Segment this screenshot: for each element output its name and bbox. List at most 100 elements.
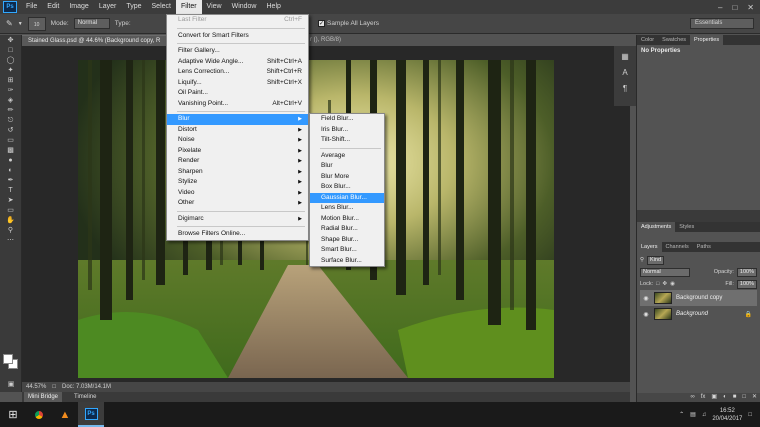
trash-icon[interactable]: ✕ [752, 393, 757, 402]
menu-item-box-blur[interactable]: Box Blur... [310, 182, 384, 193]
menu-filter[interactable]: Filter [175, 0, 202, 14]
tab-properties[interactable]: Properties [690, 35, 724, 45]
eyedropper-tool-icon[interactable]: ✎ [6, 19, 13, 28]
menu-item-blur-simple[interactable]: Blur [310, 161, 384, 172]
move-tool-icon[interactable]: ✥ [4, 36, 18, 45]
menu-item-lens-correction[interactable]: Lens Correction... Shift+Ctrl+R [167, 67, 308, 78]
windows-start-icon[interactable]: ⊞ [0, 402, 26, 427]
menu-item-render[interactable]: Render ▶ [167, 156, 308, 167]
menu-item-stylize[interactable]: Stylize ▶ [167, 177, 308, 188]
menu-item-vanishing-point[interactable]: Vanishing Point... Alt+Ctrl+V [167, 99, 308, 110]
menu-item-blur[interactable]: Blur ▶ [167, 114, 308, 125]
clock[interactable]: 16:52 20/04/2017 [712, 407, 742, 423]
tab-adjustments[interactable]: Adjustments [637, 222, 676, 232]
menu-item-distort[interactable]: Distort ▶ [167, 125, 308, 136]
layer-row-background[interactable]: ◉ Background 🔒 [640, 306, 757, 322]
tab-color[interactable]: Color [637, 35, 658, 45]
layer-row-background-copy[interactable]: ◉ Background copy [640, 290, 757, 306]
zoom-level[interactable]: 44.57% [26, 382, 46, 392]
menu-item-video[interactable]: Video ▶ [167, 188, 308, 199]
add-mask-icon[interactable]: ▣ [711, 393, 717, 402]
new-layer-icon[interactable]: □ [742, 393, 746, 402]
network-icon[interactable]: ▤ [690, 411, 696, 418]
menu-item-surface-blur[interactable]: Surface Blur... [310, 256, 384, 267]
tab-styles[interactable]: Styles [675, 222, 698, 232]
healing-brush-tool-icon[interactable]: ◈ [4, 96, 18, 105]
lock-all-icon[interactable]: ◉ [670, 281, 675, 287]
menu-item-field-blur[interactable]: Field Blur... [310, 114, 384, 125]
menu-image[interactable]: Image [64, 0, 93, 14]
link-layers-icon[interactable]: ∞ [690, 393, 694, 402]
zoom-tool-icon[interactable]: ⚲ [4, 226, 18, 235]
quick-select-tool-icon[interactable]: ✦ [4, 66, 18, 75]
history-panel-icon[interactable]: ▦ [619, 52, 631, 62]
lock-pixels-icon[interactable]: □ [656, 281, 659, 287]
minimize-icon[interactable]: – [718, 3, 722, 12]
menu-item-shape-blur[interactable]: Shape Blur... [310, 235, 384, 246]
lasso-tool-icon[interactable]: ◯ [4, 56, 18, 65]
clone-stamp-tool-icon[interactable]: ⎋ [4, 116, 18, 125]
paragraph-panel-icon[interactable]: ¶ [619, 84, 631, 94]
notifications-icon[interactable]: □ [748, 412, 752, 418]
menu-item-filter-gallery[interactable]: Filter Gallery... [167, 46, 308, 57]
chrome-icon[interactable] [26, 402, 52, 427]
brush-size-picker[interactable]: 10 [27, 16, 46, 31]
lock-position-icon[interactable]: ✥ [662, 281, 667, 287]
eyedropper-tool-icon[interactable]: ✑ [4, 86, 18, 95]
more-tools-icon[interactable]: ⋯ [4, 236, 18, 245]
close-icon[interactable]: ✕ [747, 3, 754, 12]
marquee-tool-icon[interactable]: □ [4, 46, 18, 55]
type-tool-icon[interactable]: T [4, 186, 18, 195]
menu-item-noise[interactable]: Noise ▶ [167, 135, 308, 146]
menu-item-iris-blur[interactable]: Iris Blur... [310, 125, 384, 136]
hand-tool-icon[interactable]: ✋ [4, 216, 18, 225]
tab-paths[interactable]: Paths [693, 242, 715, 252]
layer-kind-select[interactable]: Kind [647, 255, 665, 265]
sample-all-layers-checkbox[interactable]: ✓ [318, 20, 325, 27]
status-icon[interactable]: □ [52, 382, 56, 392]
photoshop-taskbar-icon[interactable]: Ps [78, 402, 104, 427]
maximize-icon[interactable]: □ [732, 3, 737, 12]
menu-item-liquify[interactable]: Liquify... Shift+Ctrl+X [167, 78, 308, 89]
menu-type[interactable]: Type [121, 0, 146, 14]
blend-mode-select[interactable]: Normal [640, 267, 690, 277]
menu-item-motion-blur[interactable]: Motion Blur... [310, 214, 384, 225]
menu-item-convert-smart-filters[interactable]: Convert for Smart Filters [167, 31, 308, 42]
tab-layers[interactable]: Layers [637, 242, 662, 252]
tab-mini-bridge[interactable]: Mini Bridge [24, 392, 63, 402]
menu-item-pixelate[interactable]: Pixelate ▶ [167, 146, 308, 157]
menu-layer[interactable]: Layer [94, 0, 122, 14]
vlc-icon[interactable]: ▲ [52, 402, 78, 427]
tab-swatches[interactable]: Swatches [658, 35, 690, 45]
menu-item-smart-blur[interactable]: Smart Blur... [310, 245, 384, 256]
eye-icon[interactable]: ◉ [642, 311, 650, 318]
menu-help[interactable]: Help [262, 0, 286, 14]
menu-item-blur-more[interactable]: Blur More [310, 172, 384, 183]
crop-tool-icon[interactable]: ⊞ [4, 76, 18, 85]
adjustment-layer-icon[interactable]: ◐ [723, 393, 727, 402]
layer-style-icon[interactable]: fx [701, 393, 706, 402]
blur-tool-icon[interactable]: ● [4, 156, 18, 165]
menu-file[interactable]: File [21, 0, 42, 14]
foreground-color-swatch[interactable] [3, 354, 13, 364]
menu-window[interactable]: Window [227, 0, 262, 14]
menu-edit[interactable]: Edit [42, 0, 64, 14]
menu-item-radial-blur[interactable]: Radial Blur... [310, 224, 384, 235]
mode-select[interactable]: Normal [73, 18, 110, 29]
dodge-tool-icon[interactable]: ◐ [4, 166, 18, 175]
pen-tool-icon[interactable]: ✒ [4, 176, 18, 185]
tab-channels[interactable]: Channels [662, 242, 693, 252]
sample-all-layers-option[interactable]: ✓ Sample All Layers [318, 20, 379, 27]
menu-item-tilt-shift[interactable]: Tilt-Shift... [310, 135, 384, 146]
menu-item-other[interactable]: Other ▶ [167, 198, 308, 209]
menu-item-oil-paint[interactable]: Oil Paint... [167, 88, 308, 99]
shape-tool-icon[interactable]: ▭ [4, 206, 18, 215]
character-panel-icon[interactable]: A [619, 68, 631, 78]
menu-item-gaussian-blur[interactable]: Gaussian Blur... [310, 192, 384, 203]
tray-expand-icon[interactable]: ⌃ [679, 411, 684, 418]
menu-item-browse-filters-online[interactable]: Browse Filters Online... [167, 229, 308, 240]
menu-item-average[interactable]: Average [310, 151, 384, 162]
menu-item-lens-blur[interactable]: Lens Blur... [310, 203, 384, 214]
quick-mask-icon[interactable]: ▣ [4, 380, 18, 389]
menu-item-digimarc[interactable]: Digimarc ▶ [167, 214, 308, 225]
